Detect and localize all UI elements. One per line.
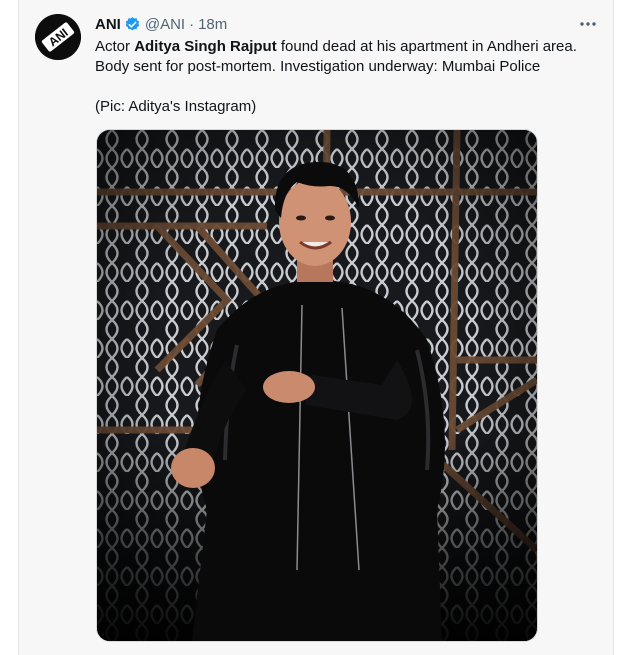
author-handle[interactable]: @ANI <box>145 16 185 33</box>
more-options-icon <box>580 22 596 26</box>
tweet-card[interactable]: ANI ANI @ANI · 18m Actor Aditya Singh Ra… <box>18 0 614 655</box>
text-spacer <box>95 77 605 97</box>
separator-dot: · <box>189 15 195 33</box>
timestamp[interactable]: 18m <box>198 16 227 33</box>
actor-name-bold: Aditya Singh Rajput <box>134 38 277 55</box>
avatar[interactable]: ANI <box>35 14 81 60</box>
tweet-photo[interactable] <box>96 129 538 642</box>
tweet-header: ANI @ANI · 18m <box>95 14 227 34</box>
page: ANI ANI @ANI · 18m Actor Aditya Singh Ra… <box>0 0 633 655</box>
tweet-text: Actor Aditya Singh Rajput found dead at … <box>95 37 605 117</box>
author-name[interactable]: ANI <box>95 16 121 33</box>
tweet-text-line-3: (Pic: Aditya's Instagram) <box>95 98 257 115</box>
tweet-text-line-1: Actor Aditya Singh Rajput found dead at … <box>95 37 605 57</box>
verified-badge-icon <box>124 16 141 33</box>
text-segment: found dead at his apartment in Andheri a… <box>276 38 577 55</box>
more-options-button[interactable] <box>577 13 599 35</box>
text-segment: Actor <box>95 38 135 55</box>
photo-of-man-in-leather-jacket <box>97 130 537 641</box>
tweet-text-line-2: Body sent for post-mortem. Investigation… <box>95 58 541 75</box>
